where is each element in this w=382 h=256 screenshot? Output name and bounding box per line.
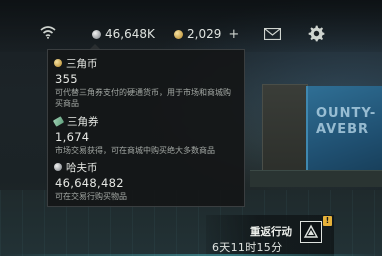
- silver-currency[interactable]: 46,648K: [92, 26, 155, 42]
- event-title: 重返行动: [250, 226, 292, 238]
- currency-amount: 355: [55, 72, 78, 86]
- wifi-icon: [40, 26, 56, 39]
- poster-text-2: AVEBR: [316, 122, 370, 137]
- currency-entry-hafubi: 哈夫币 46,648,482 可在交易行购买物品: [54, 160, 242, 202]
- currency-amount: 46,648,482: [55, 176, 124, 190]
- event-alert-badge: !: [323, 216, 332, 226]
- gold-coin-icon: [54, 59, 62, 67]
- currency-description: 可在交易行购买物品: [54, 191, 242, 202]
- gear-icon[interactable]: [308, 25, 325, 42]
- currency-entry-sanjiaoquan: 三角券 1,674 市场交易获得，可在商城中购买绝大多数商品: [52, 114, 242, 156]
- silver-coin-icon: [54, 163, 62, 171]
- weapon-display: [262, 84, 308, 182]
- silver-coin-icon: [92, 29, 101, 39]
- currency-amount: 1,674: [55, 130, 90, 144]
- gold-coin-icon: [174, 29, 183, 39]
- top-bar: 46,648K 2,029 +: [0, 0, 382, 52]
- description-line: 可在交易行购买物品: [55, 192, 127, 201]
- description-line: 市场交易获得，可在商城中购买绝大多数商品: [55, 146, 215, 155]
- currency-description: 可代替三角券支付的硬通货币，用于市场和商城购 买商品: [54, 87, 242, 109]
- currency-name: 三角币: [66, 57, 98, 70]
- wall-poster: OUNTY- AVEBR: [306, 86, 382, 180]
- description-line: 买商品: [55, 99, 79, 108]
- event-icon[interactable]: [300, 221, 322, 243]
- currency-entry-sanjiaobi: 三角币 355 可代替三角券支付的硬通货币，用于市场和商城购 买商品: [54, 56, 242, 109]
- currency-name: 三角券: [67, 115, 99, 128]
- mail-icon[interactable]: [264, 28, 281, 40]
- poster-text-1: OUNTY-: [316, 106, 377, 121]
- silver-balance: 46,648K: [105, 27, 155, 41]
- description-line: 可代替三角券支付的硬通货币，用于市场和商城购: [55, 88, 231, 97]
- desk: [250, 170, 382, 187]
- currency-name: 哈夫币: [66, 161, 98, 174]
- gold-balance: 2,029: [187, 27, 222, 41]
- gold-currency[interactable]: 2,029 +: [174, 26, 239, 42]
- event-countdown: 6天11时15分: [212, 241, 283, 254]
- triangle-icon: [303, 224, 319, 238]
- add-currency-button[interactable]: +: [228, 27, 239, 42]
- currency-description: 市场交易获得，可在商城中购买绝大多数商品: [54, 145, 242, 156]
- currency-tooltip: 三角币 355 可代替三角券支付的硬通货币，用于市场和商城购 买商品 三角券 1…: [47, 49, 245, 207]
- ticket-icon: [52, 115, 65, 127]
